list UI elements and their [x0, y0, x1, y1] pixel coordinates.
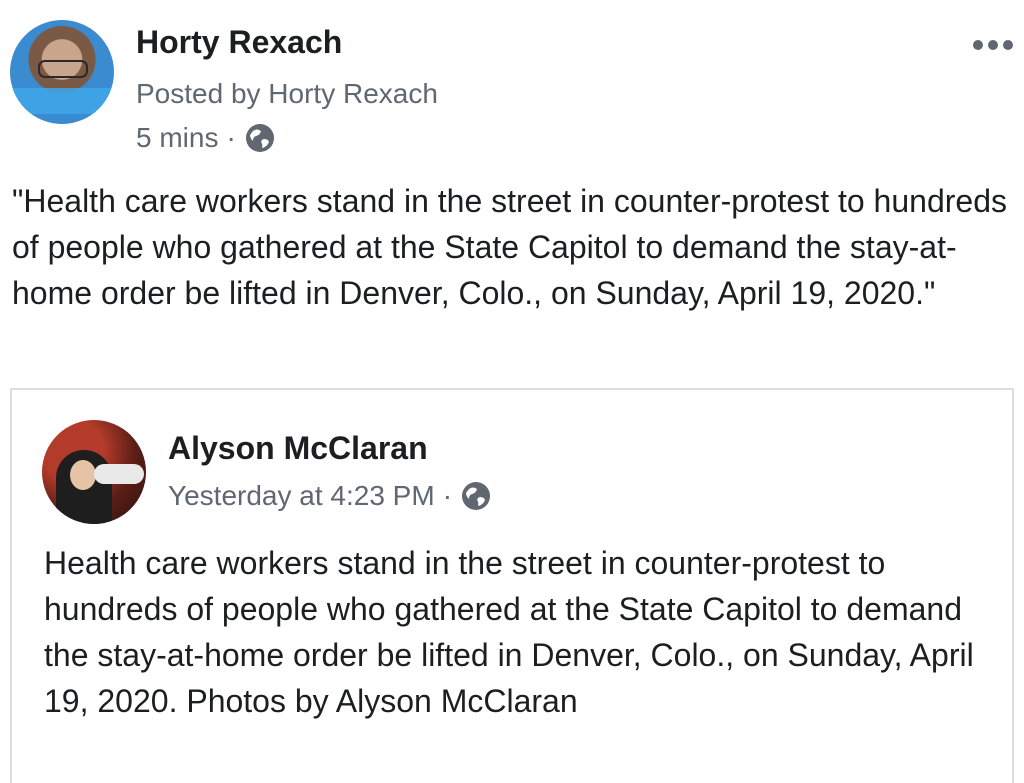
more-dot	[988, 40, 998, 50]
post-timestamp[interactable]: 5 mins	[136, 122, 218, 154]
post-meta: 5 mins ·	[136, 122, 276, 154]
shared-author-name[interactable]: Alyson McClaran	[168, 430, 428, 467]
avatar-glasses-graphic	[38, 60, 88, 78]
shared-post-meta: Yesterday at 4:23 PM ·	[168, 480, 492, 512]
author-name[interactable]: Horty Rexach	[136, 24, 342, 61]
posted-by-label: Posted by Horty Rexach	[136, 78, 438, 109]
post-header: Horty Rexach Posted by Horty Rexach 5 mi…	[0, 0, 1024, 170]
shared-post-card[interactable]: Alyson McClaran Yesterday at 4:23 PM · H…	[10, 388, 1014, 783]
globe-icon[interactable]	[244, 122, 276, 154]
more-dot	[973, 40, 983, 50]
meta-separator: ·	[442, 480, 453, 511]
more-options-button[interactable]	[966, 30, 1020, 60]
shared-author-avatar[interactable]	[42, 420, 146, 524]
globe-icon[interactable]	[460, 480, 492, 512]
avatar-camera-lens-graphic	[94, 464, 144, 484]
shared-post-text: Health care workers stand in the street …	[44, 545, 974, 719]
meta-separator: ·	[226, 122, 236, 153]
post-text: "Health care workers stand in the street…	[12, 183, 1007, 311]
avatar-face-graphic	[70, 460, 96, 490]
shared-post-timestamp[interactable]: Yesterday at 4:23 PM	[168, 480, 435, 512]
facebook-post: Horty Rexach Posted by Horty Rexach 5 mi…	[0, 0, 1024, 783]
more-dot	[1003, 40, 1013, 50]
avatar-badge-band	[10, 88, 114, 114]
author-avatar[interactable]	[10, 20, 114, 124]
